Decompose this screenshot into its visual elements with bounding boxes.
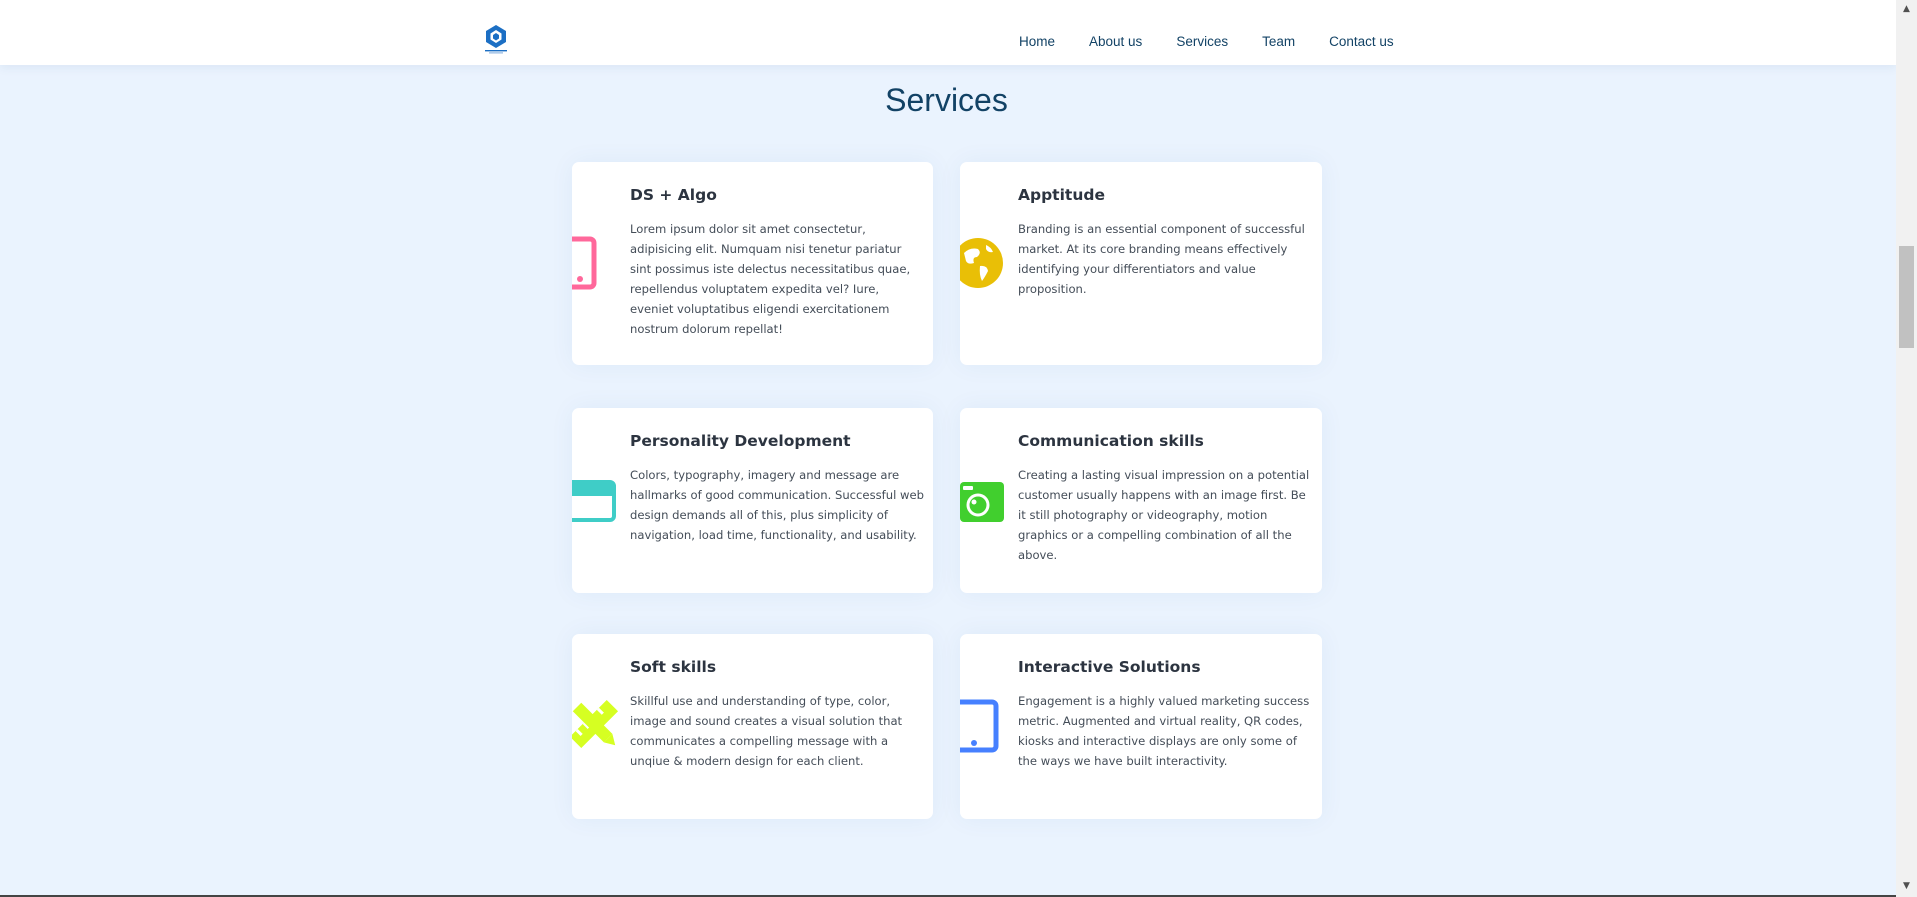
- navbar: Home About us Services Team Contact us: [0, 0, 1896, 65]
- nav-contact-us[interactable]: Contact us: [1329, 34, 1394, 49]
- nav-home[interactable]: Home: [1019, 34, 1055, 49]
- scrollbar[interactable]: ▲ ▼: [1896, 0, 1917, 897]
- service-card-apptitude: Apptitude Branding is an essential compo…: [953, 162, 1322, 365]
- service-title: DS + Algo: [630, 186, 717, 204]
- service-title: Apptitude: [1018, 186, 1105, 204]
- service-title: Soft skills: [630, 658, 717, 676]
- service-card-interactive-solutions: Interactive Solutions Engagement is a hi…: [945, 634, 1322, 819]
- service-card-ds-algo: DS + Algo Lorem ipsum dolor sit amet con…: [557, 162, 933, 365]
- service-card-soft-skills: Soft skills Skillful use and understandi…: [569, 634, 933, 819]
- service-card-personality-development: Personality Development Colors, typograp…: [560, 408, 933, 593]
- browser-window-icon: [560, 476, 618, 530]
- service-description: Creating a lasting visual impression on …: [1018, 468, 1310, 562]
- service-description: Branding is an essential component of su…: [1018, 222, 1305, 296]
- service-title: Interactive Solutions: [1018, 658, 1201, 676]
- section-title: Services: [885, 82, 1008, 118]
- service-title: Communication skills: [1018, 432, 1204, 450]
- service-title: Personality Development: [630, 432, 851, 450]
- service-card-communication-skills: Communication skills Creating a lasting …: [960, 408, 1322, 593]
- service-description: Lorem ipsum dolor sit amet consectetur, …: [630, 222, 911, 336]
- scroll-down-arrow-icon[interactable]: ▼: [1896, 879, 1917, 893]
- mobile-phone-icon: [557, 235, 598, 295]
- service-description: Engagement is a highly valued marketing …: [1018, 694, 1310, 768]
- nav-services[interactable]: Services: [1176, 34, 1228, 49]
- scrollbar-thumb[interactable]: [1899, 246, 1914, 348]
- nav-about-us[interactable]: About us: [1089, 34, 1142, 49]
- main-nav: Home About us Services Team Contact us: [1019, 34, 1428, 49]
- tablet-icon: [945, 698, 1002, 758]
- globe-icon: [953, 235, 1006, 295]
- camera-icon: [960, 476, 1006, 530]
- cube-logo[interactable]: [484, 24, 514, 58]
- scroll-up-arrow-icon[interactable]: ▲: [1896, 2, 1917, 16]
- service-description: Skillful use and understanding of type, …: [630, 694, 903, 768]
- nav-team[interactable]: Team: [1262, 34, 1295, 49]
- pencil-ruler-icon: [569, 694, 622, 758]
- service-description: Colors, typography, imagery and message …: [630, 468, 924, 542]
